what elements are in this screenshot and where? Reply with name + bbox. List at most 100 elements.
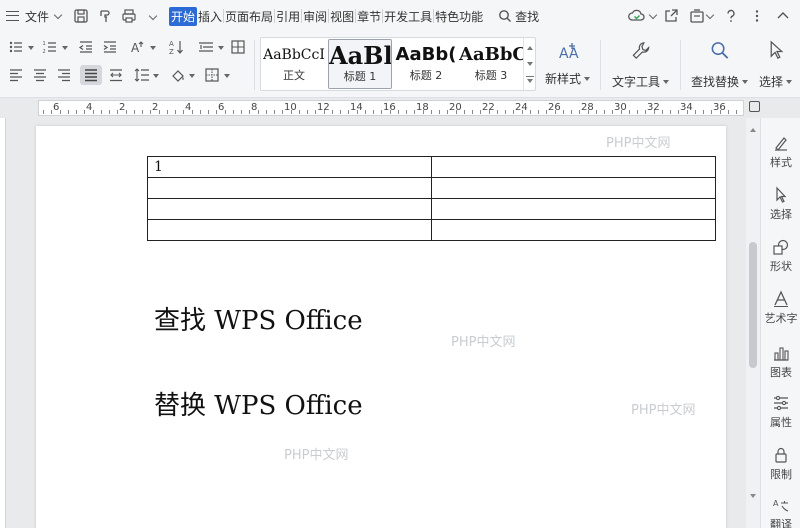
table-cell[interactable] bbox=[147, 198, 432, 220]
tab-special-features[interactable]: 特色功能 bbox=[434, 8, 484, 25]
borders-icon[interactable] bbox=[202, 66, 222, 84]
dropdown-arrow-icon[interactable] bbox=[224, 74, 230, 78]
dropdown-arrow-icon[interactable] bbox=[153, 74, 159, 78]
scrollbar-thumb[interactable] bbox=[749, 242, 757, 368]
share-icon[interactable] bbox=[658, 5, 684, 27]
more-styles-icon[interactable] bbox=[526, 76, 534, 77]
ruler-tick bbox=[686, 110, 688, 114]
paragraph-spacing-icon[interactable] bbox=[132, 66, 152, 84]
document-table[interactable]: 1 bbox=[147, 156, 716, 241]
ruler-tick bbox=[133, 110, 135, 114]
numbered-list-icon[interactable]: 12 bbox=[40, 38, 60, 56]
format-painter-icon[interactable] bbox=[93, 5, 117, 27]
horizontal-ruler: 6 4 2 2 4 6 8 10 12 14 16 18 20 22 24 26 28 30 32 34 36 bbox=[0, 98, 800, 118]
sidebar-item-select[interactable]: 选择 bbox=[761, 186, 800, 222]
style-heading-3[interactable]: AaBbC 标题 3 bbox=[459, 39, 523, 89]
scroll-down-icon[interactable] bbox=[750, 494, 756, 498]
tab-developer-tools[interactable]: 开发工具 bbox=[383, 8, 433, 25]
text-tools-button[interactable]: 文字工具 bbox=[612, 38, 670, 90]
table-cell[interactable] bbox=[431, 177, 716, 199]
table-cell[interactable] bbox=[147, 177, 432, 199]
search-command[interactable]: 查找 bbox=[498, 8, 539, 25]
tab-chapter[interactable]: 章节 bbox=[356, 8, 382, 25]
style-sample: AaBb( bbox=[395, 44, 457, 65]
sidebar-item-translate[interactable]: A 翻译 bbox=[761, 496, 800, 528]
dropdown-arrow-icon[interactable] bbox=[218, 46, 224, 50]
tab-references[interactable]: 引用 bbox=[275, 8, 301, 25]
table-cell[interactable] bbox=[147, 219, 432, 241]
table-cell[interactable] bbox=[431, 219, 716, 241]
ruler-tick bbox=[389, 110, 391, 114]
vertical-scrollbar[interactable] bbox=[746, 118, 760, 528]
ruler-number: 4 bbox=[185, 102, 192, 113]
tab-review[interactable]: 审阅 bbox=[302, 8, 328, 25]
styles-scroll[interactable] bbox=[523, 38, 535, 90]
lock-icon bbox=[775, 447, 787, 463]
ruler-tick bbox=[150, 110, 152, 114]
align-center-icon[interactable] bbox=[30, 66, 50, 84]
style-name: 标题 1 bbox=[343, 70, 377, 83]
find-replace-button[interactable]: 查找替换 bbox=[691, 38, 749, 90]
save-icon[interactable] bbox=[69, 5, 93, 27]
more-quick-access-icon[interactable] bbox=[141, 5, 165, 27]
document-page[interactable]: 1 查找 WPS Office 替换 WPS Office PHP中文网 PHP… bbox=[36, 126, 726, 528]
sidebar-item-styles[interactable]: 样式 bbox=[761, 134, 800, 170]
ruler-scale[interactable]: 6 4 2 2 4 6 8 10 12 14 16 18 20 22 24 26 28 30 32 34 36 bbox=[38, 100, 744, 116]
scroll-up-icon[interactable] bbox=[750, 128, 756, 132]
line-spacing-icon[interactable] bbox=[196, 38, 216, 56]
shading-fill-icon[interactable] bbox=[168, 66, 188, 84]
sort-icon[interactable]: AZ bbox=[166, 38, 186, 56]
sliders-icon bbox=[774, 395, 788, 411]
more-styles-arrow-icon[interactable] bbox=[527, 79, 533, 83]
new-style-button[interactable]: AA 新样式 bbox=[545, 38, 591, 90]
dropdown-arrow-icon[interactable] bbox=[150, 46, 156, 50]
dropdown-arrow-icon[interactable] bbox=[189, 74, 195, 78]
tab-home[interactable]: 开始 bbox=[169, 6, 198, 26]
table-grid-icon[interactable] bbox=[228, 38, 248, 56]
style-sample: AaBl bbox=[329, 41, 391, 70]
style-heading-2[interactable]: AaBb( 标题 2 bbox=[394, 39, 458, 89]
align-right-icon[interactable] bbox=[54, 66, 74, 84]
file-menu[interactable]: 文件 bbox=[0, 5, 69, 27]
select-button[interactable]: 选择 bbox=[759, 38, 793, 90]
sidebar-item-properties[interactable]: 属性 bbox=[761, 394, 800, 430]
scroll-up-icon[interactable] bbox=[527, 46, 533, 50]
decrease-indent-icon[interactable] bbox=[76, 38, 96, 56]
sidebar-item-shapes[interactable]: 形状 bbox=[761, 238, 800, 274]
distributed-align-icon[interactable] bbox=[106, 66, 126, 84]
table-cell[interactable] bbox=[431, 198, 716, 220]
style-heading-1[interactable]: AaBl 标题 1 bbox=[328, 39, 392, 89]
change-case-icon[interactable]: A bbox=[128, 38, 148, 56]
print-icon[interactable] bbox=[117, 5, 141, 27]
dropdown-arrow-icon[interactable] bbox=[62, 46, 68, 50]
dropdown-arrow-icon[interactable] bbox=[28, 46, 34, 50]
ruler-tick bbox=[67, 110, 69, 114]
table-cell[interactable] bbox=[431, 156, 716, 178]
style-normal[interactable]: AaBbCcI 正文 bbox=[262, 39, 326, 89]
ruler-tick bbox=[488, 110, 490, 114]
ruler-tick bbox=[282, 110, 284, 114]
align-left-icon[interactable] bbox=[6, 66, 26, 84]
more-options-icon[interactable] bbox=[744, 5, 770, 27]
sidebar-item-wordart[interactable]: 艺术字 bbox=[761, 290, 800, 326]
bullet-list-icon[interactable] bbox=[6, 38, 26, 56]
document-paragraph-replace[interactable]: 替换 WPS Office bbox=[154, 385, 363, 422]
sidebar-item-restrict[interactable]: 限制 bbox=[761, 446, 800, 482]
tab-page-layout[interactable]: 页面布局 bbox=[224, 8, 274, 25]
justify-icon[interactable] bbox=[80, 65, 102, 85]
help-icon[interactable] bbox=[718, 5, 744, 27]
cloud-sync-icon[interactable] bbox=[624, 5, 658, 27]
collaborate-icon[interactable] bbox=[684, 5, 718, 27]
scroll-down-icon[interactable] bbox=[527, 62, 533, 66]
increase-indent-icon[interactable] bbox=[100, 38, 120, 56]
tab-insert[interactable]: 插入 bbox=[197, 8, 223, 25]
tab-view[interactable]: 视图 bbox=[329, 8, 355, 25]
document-paragraph-find[interactable]: 查找 WPS Office bbox=[154, 300, 363, 337]
table-cell[interactable]: 1 bbox=[147, 156, 432, 178]
wrench-icon bbox=[631, 42, 649, 60]
collapse-ribbon-icon[interactable] bbox=[770, 5, 796, 27]
ruler-toggle-icon[interactable] bbox=[749, 101, 760, 112]
table-row: 1 bbox=[147, 156, 716, 178]
ruler-tick bbox=[711, 110, 713, 114]
sidebar-item-chart[interactable]: 图表 bbox=[761, 344, 800, 380]
